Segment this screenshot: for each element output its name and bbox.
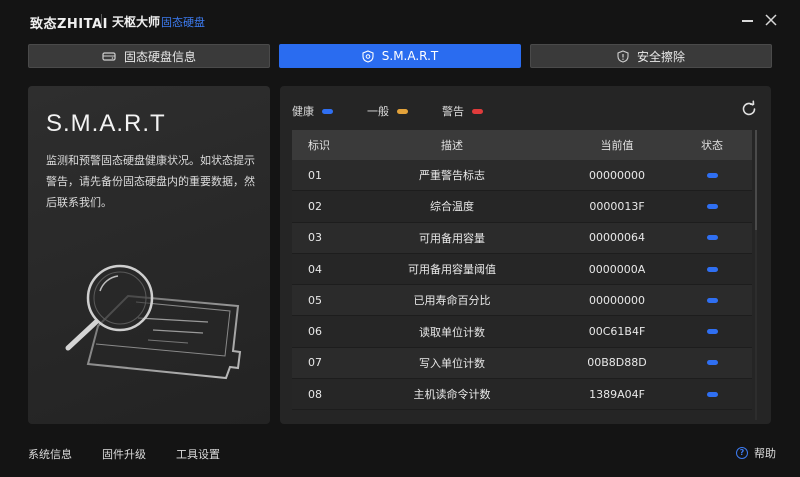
footer-system-info-link[interactable]: 系统信息 — [28, 446, 72, 462]
shield-alert-icon — [617, 49, 629, 63]
help-label: 帮助 — [754, 447, 776, 460]
smart-table: 标识 描述 当前值 状态 01 严重警告标志 00000000 02 综合温度 … — [292, 130, 752, 411]
app-name: 天枢大师 — [112, 15, 161, 29]
close-button[interactable] — [763, 12, 779, 28]
legend-healthy: 健康 — [292, 103, 333, 119]
cell-value: 00000000 — [589, 168, 645, 182]
legend-warning: 警告 — [442, 103, 483, 119]
cell-status — [672, 297, 752, 303]
drive-icon — [102, 52, 116, 61]
status-healthy-indicator — [706, 297, 718, 303]
tab-label: 安全擦除 — [636, 49, 685, 64]
cell-status — [672, 329, 752, 335]
title-bar: 致态ZHITAI 天枢大师 固态硬盘 — [0, 0, 800, 40]
brand-logo: 致态ZHITAI — [30, 17, 108, 32]
footer-tool-settings-link[interactable]: 工具设置 — [176, 446, 220, 462]
footer-firmware-upgrade-link[interactable]: 固件升级 — [102, 446, 146, 462]
header-status: 状态 — [701, 139, 723, 152]
cell-value: 0000013F — [589, 199, 645, 213]
cell-status — [672, 391, 752, 397]
magnifier-ssd-illustration — [65, 264, 242, 380]
cell-desc: 写入单位计数 — [419, 356, 485, 370]
legend-label: 健康 — [292, 105, 314, 118]
cell-status — [672, 203, 752, 209]
legend-label: 警告 — [442, 105, 464, 118]
tab-label: 固态硬盘信息 — [123, 49, 196, 64]
help-icon: ? — [736, 447, 748, 459]
title-separator — [101, 14, 102, 27]
table-row: 08 主机读命令计数 1389A04F — [292, 379, 752, 411]
minimize-button[interactable] — [740, 12, 756, 28]
tab-label: S.M.A.R.T — [381, 49, 439, 63]
table-row: 01 严重警告标志 00000000 — [292, 160, 752, 192]
smart-table-panel: 健康 一般 警告 标识 描述 当前值 状态 01 严重警告标志 00000000 — [280, 86, 771, 424]
header-value: 当前值 — [600, 139, 634, 152]
help-button[interactable]: ? 帮助 — [736, 445, 776, 461]
legend-swatch — [322, 108, 333, 114]
cell-status — [672, 360, 752, 366]
panel-description: 监测和预警固态硬盘健康状况。如状态提示警告，请先备份固态硬盘内的重要数据，然后联… — [46, 154, 255, 209]
cell-desc: 可用备用容量阈值 — [408, 263, 496, 277]
refresh-icon — [742, 100, 756, 116]
table-header: 标识 描述 当前值 状态 — [292, 130, 752, 160]
cell-id: 01 — [308, 168, 322, 182]
table-row: 04 可用备用容量阈值 0000000A — [292, 253, 752, 286]
cell-id: 06 — [308, 325, 322, 339]
cell-value: 00000000 — [589, 293, 645, 307]
table-row: 05 已用寿命百分比 00000000 — [292, 285, 752, 317]
table-body: 01 严重警告标志 00000000 02 综合温度 0000013F 03 可… — [292, 160, 752, 411]
cell-desc: 已用寿命百分比 — [413, 294, 491, 308]
cell-value: 00C61B4F — [588, 325, 646, 339]
table-row: 07 写入单位计数 00B8D88D — [292, 347, 752, 380]
legend-normal: 一般 — [367, 103, 408, 119]
cell-value: 00000064 — [589, 231, 645, 245]
cell-id: 03 — [308, 231, 322, 245]
table-scrollbar-thumb[interactable] — [755, 130, 757, 230]
legend-swatch — [472, 108, 483, 114]
tab-ssd-info[interactable]: 固态硬盘信息 — [28, 44, 270, 68]
panel-title: S.M.A.R.T — [46, 110, 166, 137]
status-healthy-indicator — [706, 266, 718, 272]
cell-id: 07 — [308, 356, 322, 370]
status-healthy-indicator — [706, 391, 718, 397]
cell-id: 08 — [308, 387, 322, 401]
header-desc: 描述 — [441, 139, 463, 152]
refresh-button[interactable] — [740, 100, 758, 118]
status-healthy-indicator — [706, 172, 718, 178]
tab-smart[interactable]: S.M.A.R.T — [279, 44, 521, 68]
cell-id: 04 — [308, 262, 322, 276]
cell-status — [672, 266, 752, 272]
tab-secure-erase[interactable]: 安全擦除 — [530, 44, 772, 68]
close-icon — [765, 14, 777, 26]
cell-desc: 可用备用容量 — [419, 231, 485, 245]
cell-desc: 严重警告标志 — [419, 169, 485, 183]
legend-swatch — [397, 108, 408, 114]
status-healthy-indicator — [706, 329, 718, 335]
app-subtitle: 固态硬盘 — [161, 16, 205, 29]
cell-desc: 综合温度 — [430, 200, 474, 214]
status-healthy-indicator — [706, 235, 718, 241]
cell-desc: 读取单位计数 — [419, 325, 485, 339]
cell-status — [672, 172, 752, 178]
smart-info-panel: S.M.A.R.T 监测和预警固态硬盘健康状况。如状态提示警告，请先备份固态硬盘… — [28, 86, 270, 424]
status-healthy-indicator — [706, 360, 718, 366]
table-row: 06 读取单位计数 00C61B4F — [292, 316, 752, 348]
table-row: 02 综合温度 0000013F — [292, 191, 752, 223]
table-row: 03 可用备用容量 00000064 — [292, 222, 752, 254]
cell-value: 1389A04F — [589, 387, 645, 401]
cell-status — [672, 235, 752, 241]
legend-label: 一般 — [367, 105, 389, 118]
header-id: 标识 — [308, 139, 330, 152]
cell-value: 0000000A — [588, 262, 646, 276]
cell-value: 00B8D88D — [587, 356, 647, 370]
cell-id: 05 — [308, 293, 322, 307]
cell-desc: 主机读命令计数 — [413, 388, 491, 402]
shield-icon — [362, 49, 374, 63]
cell-id: 02 — [308, 199, 322, 213]
status-healthy-indicator — [706, 203, 718, 209]
